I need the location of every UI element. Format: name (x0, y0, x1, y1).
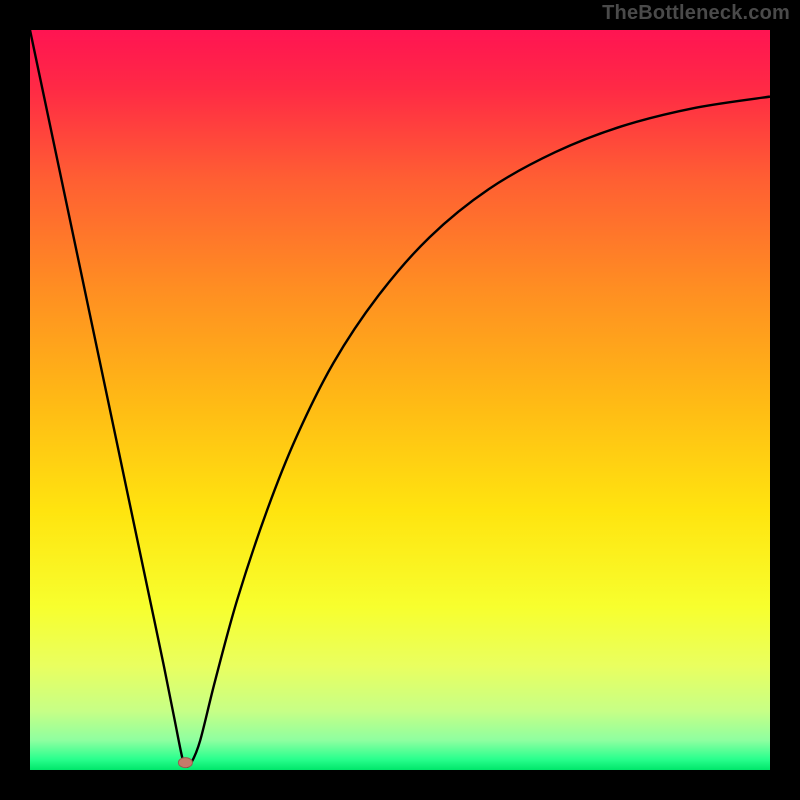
bottleneck-chart (30, 30, 770, 770)
chart-frame: TheBottleneck.com (0, 0, 800, 800)
watermark-label: TheBottleneck.com (602, 2, 790, 25)
minimum-marker (178, 758, 192, 768)
gradient-rect (30, 30, 770, 770)
plot-area (30, 30, 770, 770)
